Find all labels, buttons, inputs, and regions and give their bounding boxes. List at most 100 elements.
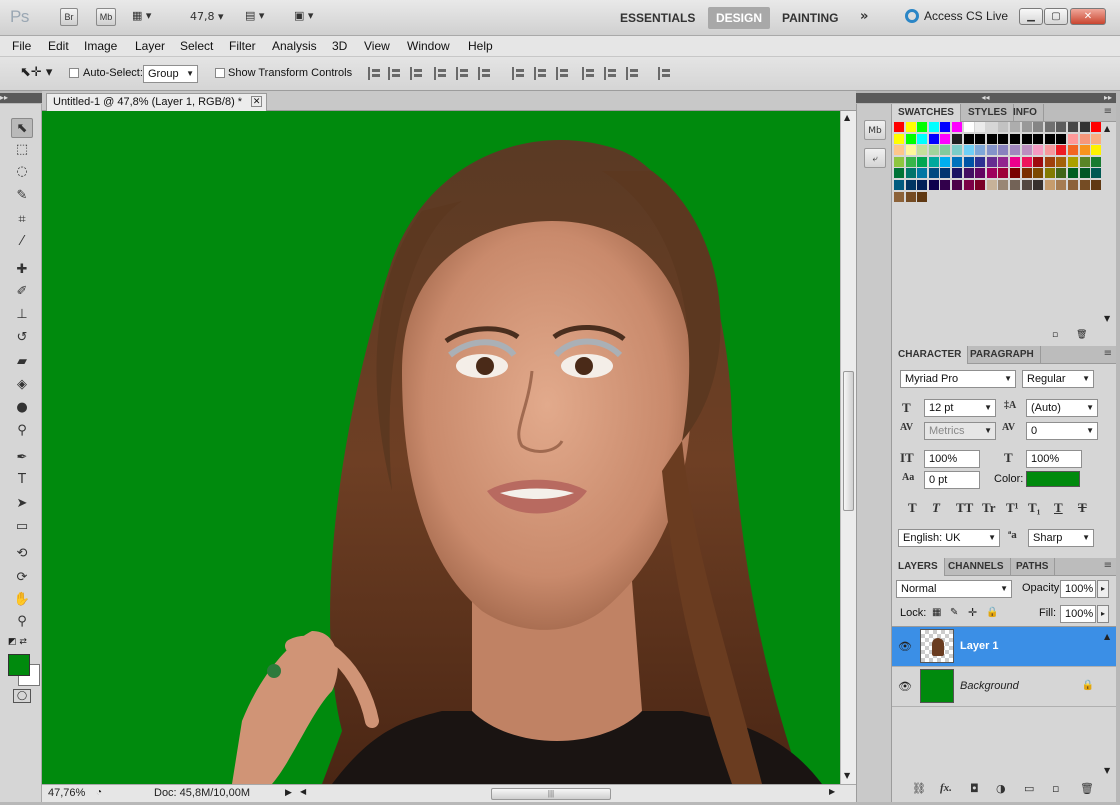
- lock-transparent-icon[interactable]: ▦: [932, 607, 941, 618]
- add-mask-icon[interactable]: ◘: [970, 782, 979, 795]
- move-tool-icon[interactable]: ⬉: [11, 118, 33, 138]
- swatch[interactable]: [894, 180, 905, 191]
- font-style-select[interactable]: Regular ▼: [1022, 370, 1094, 388]
- align-top-icon[interactable]: [368, 67, 384, 80]
- swatch[interactable]: [1033, 168, 1045, 180]
- menu-file[interactable]: File: [12, 39, 31, 53]
- swatch[interactable]: [952, 122, 963, 133]
- swatch[interactable]: [952, 156, 963, 168]
- swatch[interactable]: [1010, 168, 1021, 180]
- swatch[interactable]: [1056, 156, 1068, 168]
- swatch[interactable]: [905, 145, 917, 157]
- swatch[interactable]: [1044, 168, 1056, 180]
- swatch[interactable]: [1068, 145, 1079, 157]
- swatch[interactable]: [928, 133, 940, 145]
- swatch[interactable]: [894, 168, 905, 180]
- menu-layer[interactable]: Layer: [135, 39, 165, 53]
- auto-select-checkbox[interactable]: [69, 68, 79, 78]
- swatch[interactable]: [928, 180, 940, 191]
- workspace-painting[interactable]: PAINTING: [774, 7, 846, 29]
- vertical-scale-field[interactable]: 100%: [924, 450, 980, 468]
- tab-swatches[interactable]: SWATCHES: [892, 104, 961, 122]
- swatch[interactable]: [894, 145, 905, 157]
- superscript-button[interactable]: T¹: [1006, 500, 1019, 516]
- default-colors-icon[interactable]: ◩ ⇄: [8, 637, 27, 647]
- swatch[interactable]: [1091, 180, 1103, 191]
- swatch[interactable]: [1044, 180, 1056, 191]
- lasso-tool-icon[interactable]: ◌: [11, 162, 33, 182]
- align-bottom-icon[interactable]: [410, 67, 426, 80]
- layer-style-icon[interactable]: fx.: [940, 782, 952, 794]
- swatch[interactable]: [1091, 122, 1103, 133]
- swatch[interactable]: [928, 122, 940, 133]
- kerning-field[interactable]: Metrics ▼: [924, 422, 996, 440]
- swatch[interactable]: [1068, 156, 1079, 168]
- menu-view[interactable]: View: [364, 39, 390, 53]
- swatch[interactable]: [1021, 168, 1033, 180]
- swatch[interactable]: [1021, 145, 1033, 157]
- swatch[interactable]: [1021, 133, 1033, 145]
- arrange-documents-dropdown[interactable]: ▤ ▾: [245, 9, 264, 22]
- horizontal-scale-field[interactable]: 100%: [1026, 450, 1082, 468]
- swatch[interactable]: [1021, 180, 1033, 191]
- swatch[interactable]: [1079, 133, 1091, 145]
- swatch[interactable]: [1068, 168, 1079, 180]
- opacity-field[interactable]: 100%: [1060, 580, 1096, 598]
- swatch[interactable]: [1068, 122, 1079, 133]
- swatch[interactable]: [1021, 156, 1033, 168]
- swatches-scroll-down-icon[interactable]: ▼: [1104, 314, 1110, 323]
- antialias-select[interactable]: Sharp ▼: [1028, 529, 1094, 547]
- swatch[interactable]: [963, 133, 975, 145]
- swatch[interactable]: [1079, 180, 1091, 191]
- swatch[interactable]: [1033, 122, 1045, 133]
- rectangle-tool-icon[interactable]: ▭: [11, 517, 33, 537]
- swatch[interactable]: [975, 180, 987, 191]
- tab-layers[interactable]: LAYERS: [892, 558, 945, 576]
- swatch[interactable]: [986, 122, 998, 133]
- delete-layer-icon[interactable]: 🗑: [1080, 782, 1094, 795]
- auto-align-layers-icon[interactable]: [658, 67, 674, 80]
- swatch[interactable]: [1010, 133, 1021, 145]
- swatch[interactable]: [1033, 145, 1045, 157]
- clone-stamp-tool-icon[interactable]: ⊥: [11, 305, 33, 325]
- foreground-color-swatch[interactable]: [8, 654, 30, 676]
- swatch[interactable]: [894, 191, 905, 203]
- tracking-field[interactable]: 0 ▼: [1026, 422, 1098, 440]
- hand-tool-icon[interactable]: ✋: [11, 590, 33, 610]
- swatch[interactable]: [1056, 168, 1068, 180]
- vertical-scroll-thumb[interactable]: [843, 371, 854, 511]
- history-panel-icon[interactable]: ⤶: [864, 148, 886, 168]
- swatch[interactable]: [998, 180, 1010, 191]
- eraser-tool-icon[interactable]: ▰: [11, 352, 33, 372]
- character-panel-menu-icon[interactable]: ≡: [1104, 348, 1112, 359]
- swatches-panel-menu-icon[interactable]: ≡: [1104, 106, 1112, 117]
- swatch[interactable]: [1091, 156, 1103, 168]
- swatch[interactable]: [1044, 145, 1056, 157]
- swatch[interactable]: [940, 180, 952, 191]
- swatch[interactable]: [928, 156, 940, 168]
- swatch[interactable]: [975, 168, 987, 180]
- minimize-button[interactable]: ▁: [1019, 8, 1043, 25]
- text-color-swatch[interactable]: [1026, 471, 1080, 487]
- swatch[interactable]: [963, 168, 975, 180]
- swatch[interactable]: [1079, 145, 1091, 157]
- lock-pixels-icon[interactable]: ✎: [950, 607, 958, 618]
- lock-position-icon[interactable]: ✛: [968, 606, 977, 619]
- layers-scroll-down-icon[interactable]: ▼: [1104, 766, 1110, 775]
- tools-collapse-strip[interactable]: ▸▸: [0, 93, 42, 103]
- swatches-scroll-up-icon[interactable]: ▲: [1104, 124, 1110, 133]
- menu-analysis[interactable]: Analysis: [272, 39, 317, 53]
- layer-visibility-eye-icon[interactable]: 👁: [898, 640, 912, 653]
- swatch[interactable]: [975, 122, 987, 133]
- swatch[interactable]: [917, 168, 929, 180]
- swatch[interactable]: [894, 122, 905, 133]
- swatch[interactable]: [1079, 168, 1091, 180]
- distribute-bottom-icon[interactable]: [556, 67, 572, 80]
- swatch[interactable]: [1010, 145, 1021, 157]
- distribute-right-icon[interactable]: [626, 67, 642, 80]
- blur-tool-icon[interactable]: ●: [11, 398, 33, 418]
- swatch[interactable]: [952, 145, 963, 157]
- cs-live-button[interactable]: Access CS Live: [905, 9, 1008, 23]
- swatch[interactable]: [917, 145, 929, 157]
- layers-scroll-up-icon[interactable]: ▲: [1104, 632, 1110, 641]
